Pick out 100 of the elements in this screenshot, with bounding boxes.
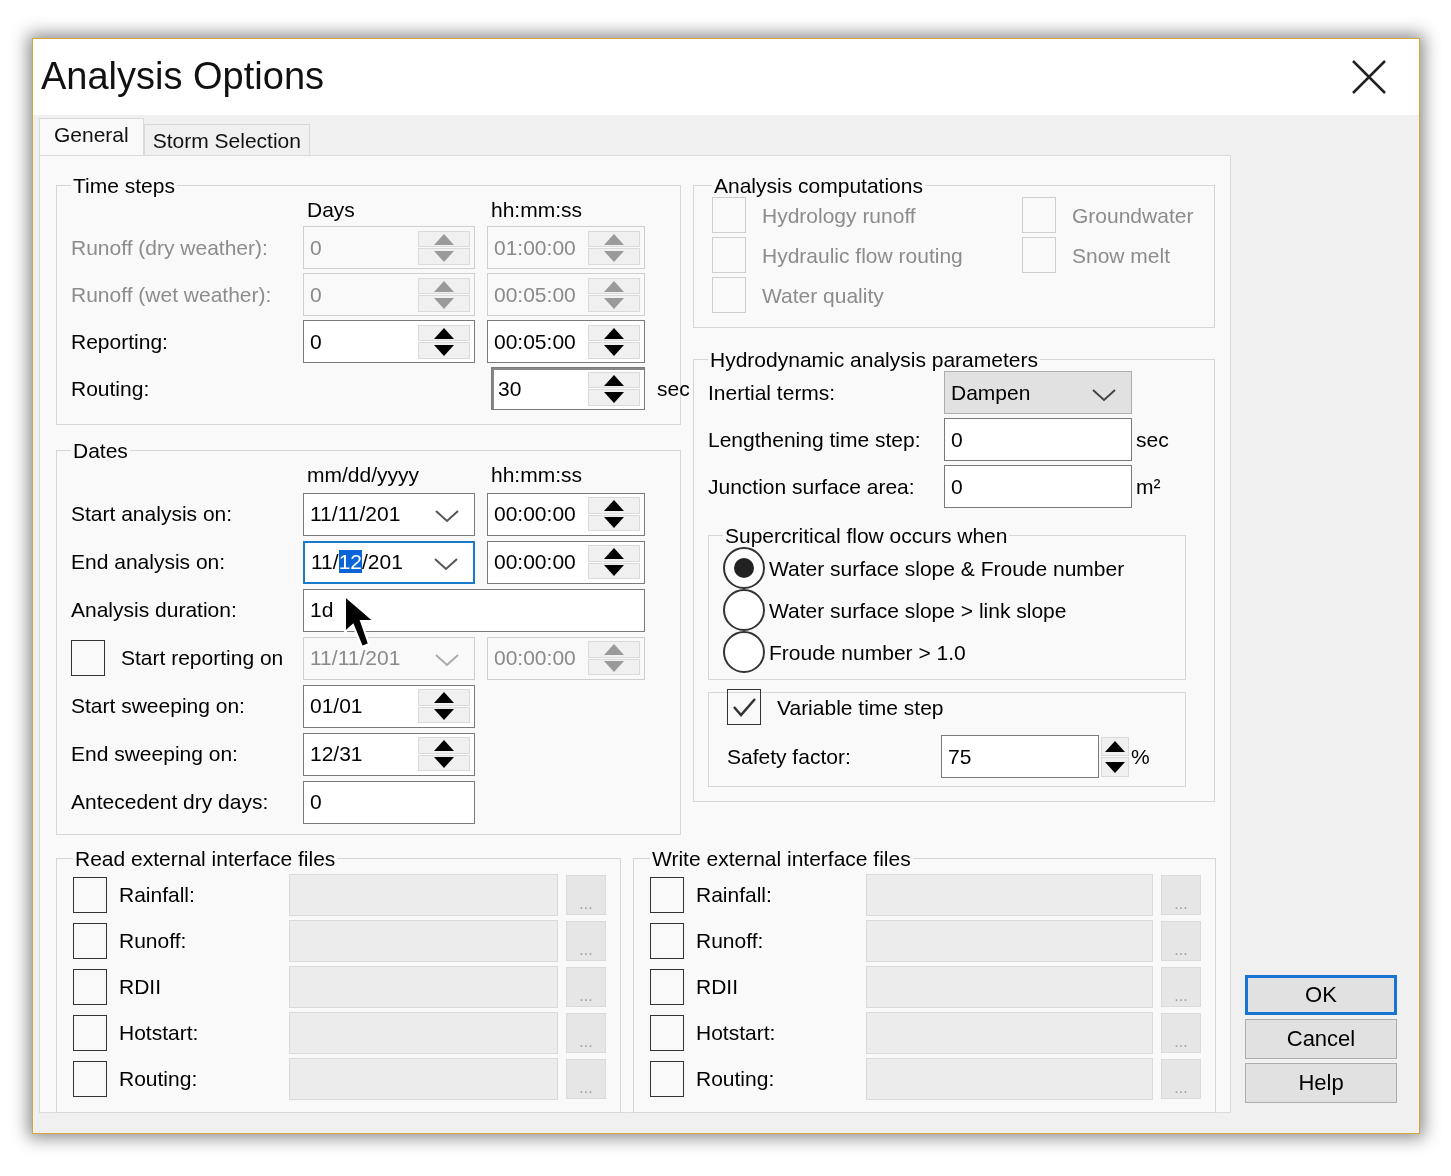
spin-down-button[interactable] <box>418 754 470 772</box>
field-label: Routing: <box>71 376 151 402</box>
unit-label: sec <box>1136 427 1170 453</box>
column-header: mm/dd/yyyy <box>306 462 420 488</box>
up-arrow-icon <box>434 280 454 292</box>
spin-down-button[interactable] <box>418 342 470 359</box>
input-field[interactable]: 75 <box>941 735 1099 779</box>
close-button[interactable] <box>1351 59 1387 95</box>
checkbox-label: Water quality <box>762 282 884 308</box>
down-arrow-icon <box>434 251 454 263</box>
spin-field[interactable]: 12/31 <box>303 732 475 776</box>
radio-label: Froude number > 1.0 <box>769 639 966 665</box>
close-icon <box>1351 59 1387 95</box>
checkbox-label: Routing: <box>119 1066 199 1092</box>
radio-button[interactable] <box>723 547 765 590</box>
up-arrow-icon <box>604 280 624 292</box>
spin-field[interactable]: 01/01 <box>303 684 475 728</box>
spin-up-button[interactable] <box>1101 736 1129 757</box>
field-label: Safety factor: <box>727 744 852 770</box>
down-arrow-icon <box>604 298 624 310</box>
dialog-button[interactable]: Cancel <box>1245 1019 1397 1059</box>
spin-up-button[interactable] <box>588 497 640 514</box>
down-arrow-icon <box>604 565 624 577</box>
field-label: Reporting: <box>71 329 169 355</box>
input-field[interactable]: 1d <box>303 588 645 632</box>
radio-button[interactable] <box>723 589 765 632</box>
column-header: hh:mm:ss <box>490 462 583 488</box>
down-arrow-icon <box>604 661 624 673</box>
spin-down-button[interactable] <box>588 562 640 580</box>
checkbox-label: Rainfall: <box>119 882 196 908</box>
chevron-down-icon <box>434 652 460 667</box>
checkbox-label: Rainfall: <box>696 882 773 908</box>
checkbox-label: Hotstart: <box>696 1020 777 1046</box>
field-label: Junction surface area: <box>708 474 916 500</box>
down-arrow-icon <box>604 517 624 529</box>
checkbox-label: Variable time step <box>777 694 944 720</box>
dialog-button[interactable]: Help <box>1245 1063 1397 1103</box>
checkbox-label: Snow melt <box>1072 242 1171 268</box>
checkbox-label: RDII <box>696 974 739 1000</box>
spin-up-button[interactable] <box>588 324 640 342</box>
dropdown[interactable]: Dampen <box>944 371 1132 415</box>
spin-down-button[interactable] <box>1101 757 1129 777</box>
field-label: Lengthening time step: <box>708 427 922 453</box>
group-title: Write external interface files <box>651 846 912 870</box>
up-arrow-icon <box>604 499 624 511</box>
spin-field[interactable]: 00:05:00 <box>487 320 645 364</box>
down-arrow-icon <box>434 298 454 310</box>
spin-up-button[interactable] <box>418 737 470 754</box>
group-title: Analysis computations <box>713 174 924 198</box>
input-field[interactable]: 0 <box>944 465 1132 509</box>
group-title: Dates <box>72 439 129 463</box>
tab[interactable]: Storm Selection <box>143 123 310 155</box>
field-label: Start analysis on: <box>71 501 234 527</box>
column-header: Days <box>306 197 356 223</box>
up-arrow-icon <box>604 643 624 655</box>
field-label: Runoff (wet weather): <box>71 282 273 308</box>
spin-field[interactable]: 30 <box>491 367 645 411</box>
down-arrow-icon <box>1105 761 1125 773</box>
checkbox-label: Hydrology runoff <box>762 202 916 228</box>
radio-label: Water surface slope > link slope <box>769 597 1067 623</box>
spin-down-button[interactable] <box>588 342 640 359</box>
spin-field[interactable]: 00:00:00 <box>487 540 645 584</box>
spin-field[interactable]: 0 <box>303 320 475 364</box>
up-arrow-icon <box>434 233 454 245</box>
group-title: Supercritical flow occurs when <box>724 524 1009 548</box>
input-field[interactable]: 0 <box>944 418 1132 462</box>
up-arrow-icon <box>434 327 454 339</box>
checkbox-label: Runoff: <box>696 928 765 954</box>
down-arrow-icon <box>434 757 454 769</box>
spin-down-button[interactable] <box>588 514 640 532</box>
checkbox-label: Start reporting on <box>121 645 284 671</box>
down-arrow-icon <box>434 709 454 721</box>
spin-down-button[interactable] <box>588 389 640 406</box>
spin-up-button[interactable] <box>418 324 470 342</box>
spin-down-button[interactable] <box>418 706 470 724</box>
spin-field[interactable]: 00:00:00 <box>487 492 645 536</box>
date-dropdown[interactable]: 11/11/201 <box>303 492 475 536</box>
down-arrow-icon <box>604 392 624 404</box>
unit-label: sec <box>657 376 690 402</box>
unit-label: % <box>1131 744 1150 770</box>
checkbox-label: Hotstart: <box>119 1020 200 1046</box>
radio-button[interactable] <box>723 631 765 674</box>
field-label: End sweeping on: <box>71 741 239 767</box>
field-label: Inertial terms: <box>708 380 837 406</box>
chevron-down-icon <box>434 508 460 523</box>
input-field[interactable]: 0 <box>303 780 475 824</box>
spin-up-button[interactable] <box>588 545 640 562</box>
tab[interactable]: General <box>39 117 144 155</box>
dialog-button[interactable]: OK <box>1245 975 1397 1015</box>
window-title: Analysis Options <box>41 54 324 100</box>
field-label: Start sweeping on: <box>71 693 246 719</box>
checkbox[interactable] <box>727 689 761 726</box>
spin-up-button[interactable] <box>418 689 470 706</box>
down-arrow-icon <box>604 251 624 263</box>
field-label: End analysis on: <box>71 549 227 575</box>
chevron-down-icon <box>1091 387 1117 402</box>
up-arrow-icon <box>434 691 454 703</box>
checkbox-label: Hydraulic flow routing <box>762 242 963 268</box>
spin-up-button[interactable] <box>588 371 640 389</box>
checkbox-label: RDII <box>119 974 162 1000</box>
